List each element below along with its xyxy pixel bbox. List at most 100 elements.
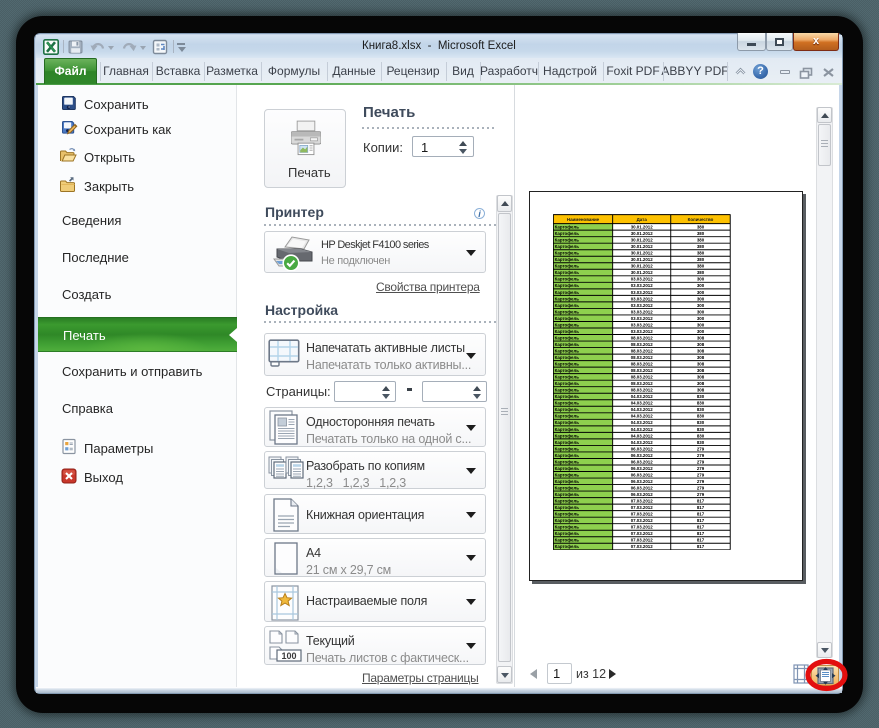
- svg-text:30.01.2012: 30.01.2012: [631, 257, 654, 262]
- svg-text:04.03.2012: 04.03.2012: [631, 433, 654, 438]
- svg-text:830: 830: [697, 407, 705, 412]
- svg-text:817: 817: [697, 525, 705, 530]
- svg-text:300: 300: [697, 277, 705, 282]
- svg-text:380: 380: [697, 231, 705, 236]
- svg-text:Наименование: Наименование: [567, 217, 600, 222]
- svg-text:04.03.2012: 04.03.2012: [631, 427, 654, 432]
- svg-text:308: 308: [697, 355, 705, 360]
- svg-text:Картофель: Картофель: [555, 499, 580, 504]
- svg-text:100: 100: [281, 651, 296, 661]
- svg-text:30.01.2012: 30.01.2012: [631, 231, 654, 236]
- svg-text:Картофель: Картофель: [555, 427, 580, 432]
- svg-text:04.03.2012: 04.03.2012: [631, 440, 654, 445]
- svg-text:Картофель: Картофель: [555, 446, 580, 451]
- svg-text:Картофель: Картофель: [555, 342, 580, 347]
- svg-text:Картофель: Картофель: [555, 270, 580, 275]
- svg-text:06.03.2012: 06.03.2012: [631, 453, 654, 458]
- svg-text:380: 380: [697, 270, 705, 275]
- svg-text:Картофель: Картофель: [555, 407, 580, 412]
- svg-text:Картофель: Картофель: [555, 264, 580, 269]
- svg-text:06.03.2012: 06.03.2012: [631, 472, 654, 477]
- svg-text:08.03.2012: 08.03.2012: [631, 388, 654, 393]
- svg-text:30.01.2012: 30.01.2012: [631, 244, 654, 249]
- svg-text:Картофель: Картофель: [555, 322, 580, 327]
- svg-text:07.03.2012: 07.03.2012: [631, 538, 654, 543]
- svg-text:03.03.2012: 03.03.2012: [631, 283, 654, 288]
- svg-text:Картофель: Картофель: [555, 316, 580, 321]
- svg-text:308: 308: [697, 362, 705, 367]
- svg-text:279: 279: [697, 466, 705, 471]
- svg-text:380: 380: [697, 238, 705, 243]
- svg-text:07.03.2012: 07.03.2012: [631, 512, 654, 517]
- svg-text:30.01.2012: 30.01.2012: [631, 225, 654, 230]
- svg-text:Картофель: Картофель: [555, 238, 580, 243]
- svg-text:817: 817: [697, 499, 705, 504]
- svg-text:04.03.2012: 04.03.2012: [631, 414, 654, 419]
- svg-text:830: 830: [697, 394, 705, 399]
- svg-text:08.03.2012: 08.03.2012: [631, 355, 654, 360]
- svg-text:Картофель: Картофель: [555, 401, 580, 406]
- svg-text:308: 308: [697, 375, 705, 380]
- svg-text:817: 817: [697, 544, 705, 549]
- svg-text:Картофель: Картофель: [555, 512, 580, 517]
- svg-text:Картофель: Картофель: [555, 544, 580, 549]
- svg-text:Картофель: Картофель: [555, 459, 580, 464]
- svg-text:07.03.2012: 07.03.2012: [631, 499, 654, 504]
- svg-text:Картофель: Картофель: [555, 505, 580, 510]
- svg-text:Картофель: Картофель: [555, 244, 580, 249]
- svg-text:08.03.2012: 08.03.2012: [631, 368, 654, 373]
- svg-text:04.03.2012: 04.03.2012: [631, 401, 654, 406]
- svg-text:08.03.2012: 08.03.2012: [631, 342, 654, 347]
- svg-text:30.01.2012: 30.01.2012: [631, 264, 654, 269]
- svg-text:03.03.2012: 03.03.2012: [631, 329, 654, 334]
- svg-text:308: 308: [697, 381, 705, 386]
- svg-text:06.03.2012: 06.03.2012: [631, 446, 654, 451]
- svg-text:380: 380: [697, 251, 705, 256]
- svg-text:380: 380: [697, 225, 705, 230]
- svg-text:Картофель: Картофель: [555, 225, 580, 230]
- svg-text:Картофель: Картофель: [555, 329, 580, 334]
- svg-text:03.03.2012: 03.03.2012: [631, 309, 654, 314]
- svg-text:308: 308: [697, 368, 705, 373]
- svg-text:Картофель: Картофель: [555, 472, 580, 477]
- svg-text:830: 830: [697, 433, 705, 438]
- svg-text:03.03.2012: 03.03.2012: [631, 303, 654, 308]
- svg-text:03.03.2012: 03.03.2012: [631, 277, 654, 282]
- svg-text:Картофель: Картофель: [555, 414, 580, 419]
- svg-text:08.03.2012: 08.03.2012: [631, 381, 654, 386]
- svg-text:279: 279: [697, 446, 705, 451]
- svg-text:380: 380: [697, 244, 705, 249]
- svg-text:Картофель: Картофель: [555, 531, 580, 536]
- svg-text:830: 830: [697, 420, 705, 425]
- svg-text:Картофель: Картофель: [555, 257, 580, 262]
- svg-text:300: 300: [697, 309, 705, 314]
- svg-text:Картофель: Картофель: [555, 368, 580, 373]
- svg-text:Картофель: Картофель: [555, 290, 580, 295]
- svg-text:08.03.2012: 08.03.2012: [631, 335, 654, 340]
- svg-text:04.03.2012: 04.03.2012: [631, 394, 654, 399]
- svg-text:08.03.2012: 08.03.2012: [631, 375, 654, 380]
- svg-text:Картофель: Картофель: [555, 277, 580, 282]
- svg-text:Картофель: Картофель: [555, 309, 580, 314]
- svg-text:380: 380: [697, 264, 705, 269]
- svg-text:308: 308: [697, 335, 705, 340]
- svg-text:279: 279: [697, 453, 705, 458]
- svg-text:30.01.2012: 30.01.2012: [631, 238, 654, 243]
- svg-text:06.03.2012: 06.03.2012: [631, 492, 654, 497]
- svg-text:Картофель: Картофель: [555, 420, 580, 425]
- svg-text:308: 308: [697, 388, 705, 393]
- svg-text:Картофель: Картофель: [555, 348, 580, 353]
- svg-text:07.03.2012: 07.03.2012: [631, 525, 654, 530]
- svg-text:Картофель: Картофель: [555, 453, 580, 458]
- svg-text:279: 279: [697, 472, 705, 477]
- svg-text:279: 279: [697, 492, 705, 497]
- svg-text:07.03.2012: 07.03.2012: [631, 518, 654, 523]
- svg-text:Картофель: Картофель: [555, 231, 580, 236]
- svg-text:830: 830: [697, 401, 705, 406]
- svg-text:300: 300: [697, 290, 705, 295]
- svg-text:279: 279: [697, 485, 705, 490]
- svg-text:06.03.2012: 06.03.2012: [631, 485, 654, 490]
- svg-text:279: 279: [697, 459, 705, 464]
- svg-text:308: 308: [697, 348, 705, 353]
- svg-text:830: 830: [697, 414, 705, 419]
